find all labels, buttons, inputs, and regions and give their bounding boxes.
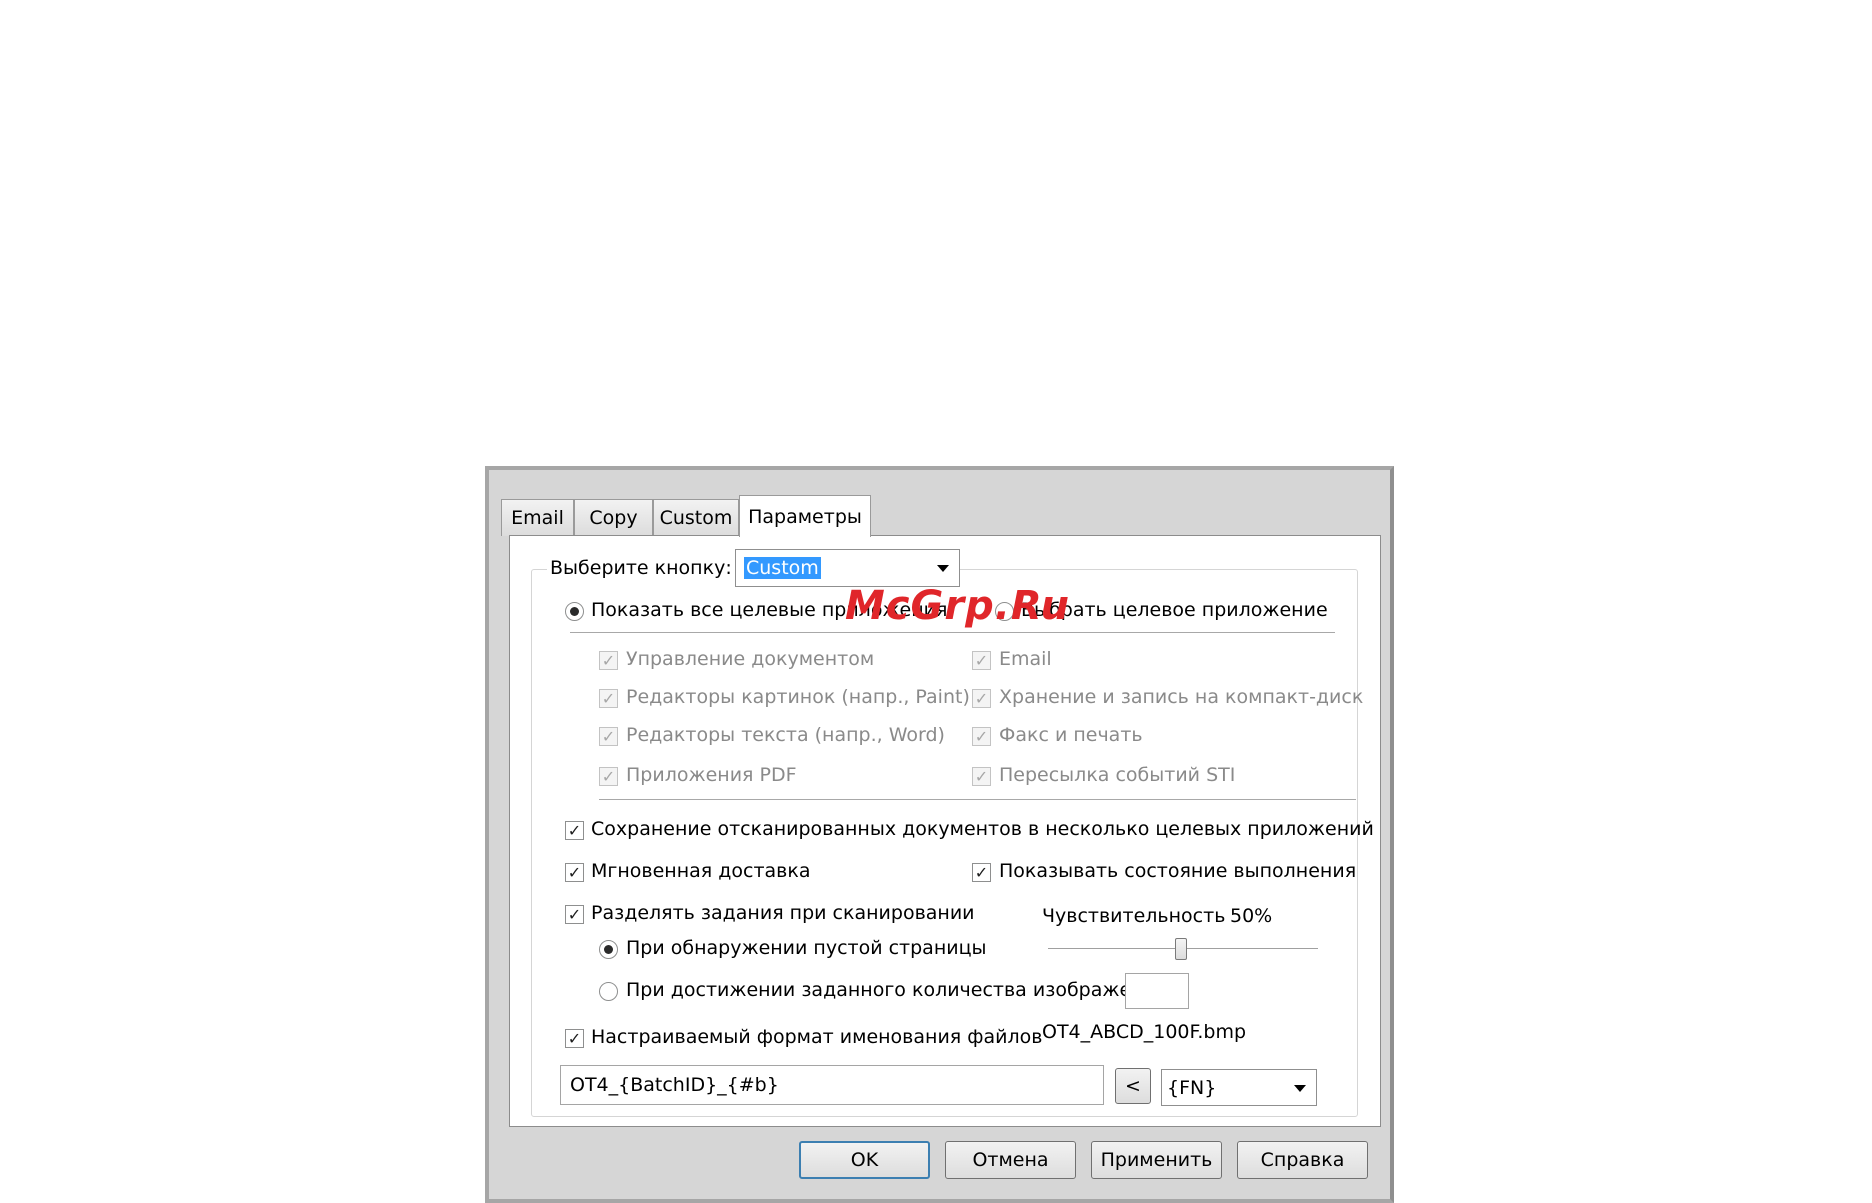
sensitivity-label: Чувствительность — [1042, 905, 1226, 927]
checkbox-instant-delivery[interactable]: ✓ — [565, 863, 584, 882]
radio-show-all-apps[interactable] — [565, 602, 584, 621]
fax-print-label: Факс и печать — [999, 724, 1143, 746]
checkbox-email-app: ✓ — [972, 651, 991, 670]
divider — [570, 632, 1335, 633]
filename-preview: OT4_ABCD_100F.bmp — [1042, 1021, 1247, 1043]
token-select-value: {FN} — [1167, 1077, 1217, 1099]
tab-copy[interactable]: Copy — [574, 499, 653, 536]
save-multi-label: Сохранение отсканированных документов в … — [591, 818, 1374, 840]
image-count-label: При достижении заданного количества изоб… — [626, 979, 1169, 1001]
show-progress-label: Показывать состояние выполнения — [999, 860, 1357, 882]
slider-thumb[interactable] — [1175, 938, 1187, 960]
image-editors-label: Редакторы картинок (напр., Paint) — [626, 686, 970, 708]
email-app-label: Email — [999, 648, 1052, 670]
button-select[interactable]: Custom — [735, 549, 960, 587]
ok-button[interactable]: OK — [799, 1141, 930, 1179]
token-select[interactable]: {FN} — [1161, 1069, 1317, 1106]
split-jobs-label: Разделять задания при сканировании — [591, 902, 975, 924]
checkbox-split-jobs[interactable]: ✓ — [565, 905, 584, 924]
pdf-apps-label: Приложения PDF — [626, 764, 797, 786]
instant-delivery-label: Мгновенная доставка — [591, 860, 811, 882]
tab-parameters[interactable]: Параметры — [739, 495, 871, 537]
checkbox-cd-burning: ✓ — [972, 689, 991, 708]
checkbox-text-editors: ✓ — [599, 727, 618, 746]
checkbox-show-progress[interactable]: ✓ — [972, 863, 991, 882]
chevron-down-icon — [937, 565, 949, 572]
checkbox-image-editors: ✓ — [599, 689, 618, 708]
sti-events-label: Пересылка событий STI — [999, 764, 1236, 786]
apply-button[interactable]: Применить — [1091, 1141, 1222, 1179]
checkbox-pdf-apps: ✓ — [599, 767, 618, 786]
tab-email[interactable]: Email — [501, 499, 574, 536]
select-button-label: Выберите кнопку: — [547, 557, 735, 579]
checkbox-custom-naming[interactable]: ✓ — [565, 1029, 584, 1048]
checkbox-fax-print: ✓ — [972, 727, 991, 746]
naming-format-input[interactable]: OT4_{BatchID}_{#b} — [560, 1065, 1104, 1105]
checkbox-doc-management: ✓ — [599, 651, 618, 670]
custom-naming-label: Настраиваемый формат именования файлов — [591, 1026, 1043, 1048]
naming-format-value: OT4_{BatchID}_{#b} — [570, 1074, 779, 1096]
image-count-input[interactable] — [1125, 973, 1189, 1009]
sensitivity-value: 50% — [1230, 905, 1273, 927]
settings-dialog: Email Copy Custom Параметры Выберите кно… — [485, 466, 1394, 1203]
cd-burning-label: Хранение и запись на компакт-диск — [999, 686, 1364, 708]
insert-token-button[interactable]: < — [1115, 1068, 1151, 1104]
sensitivity-slider[interactable] — [1048, 936, 1318, 962]
divider — [599, 799, 1356, 800]
checkbox-save-multi[interactable]: ✓ — [565, 821, 584, 840]
cancel-button[interactable]: Отмена — [945, 1141, 1076, 1179]
watermark: McGrp.Ru — [845, 583, 1070, 629]
tab-custom[interactable]: Custom — [653, 499, 739, 536]
chevron-down-icon — [1294, 1084, 1306, 1092]
radio-blank-page[interactable] — [599, 940, 618, 959]
radio-image-count[interactable] — [599, 982, 618, 1001]
doc-management-label: Управление документом — [626, 648, 875, 670]
blank-page-label: При обнаружении пустой страницы — [626, 937, 987, 959]
text-editors-label: Редакторы текста (напр., Word) — [626, 724, 945, 746]
button-select-value: Custom — [744, 557, 821, 579]
help-button[interactable]: Справка — [1237, 1141, 1368, 1179]
checkbox-sti-events: ✓ — [972, 767, 991, 786]
